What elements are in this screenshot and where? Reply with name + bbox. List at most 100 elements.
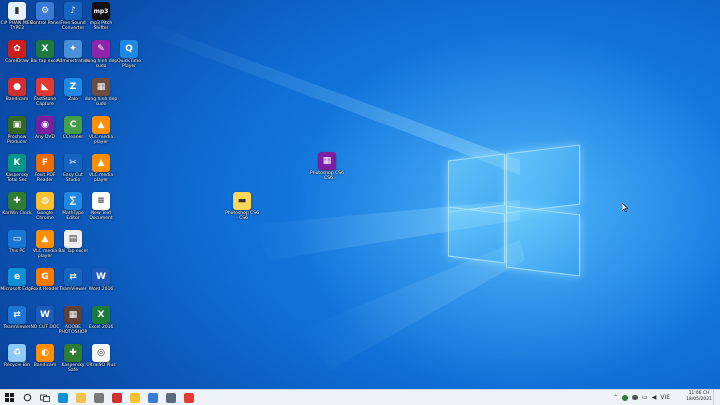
desktop-shortcut-label: dung hinh dep sudo <box>84 97 118 107</box>
desktop-shortcut-label: New Text Document <box>89 211 113 221</box>
word-doc-icon: W <box>36 306 54 324</box>
kaspersky-safe-icon: ✚ <box>64 344 82 362</box>
desktop-shortcut-label: Word 2016 <box>88 287 114 292</box>
proshow-icon: ▣ <box>8 116 26 134</box>
taskbar-app-button[interactable] <box>144 390 162 405</box>
design-tool-icon: ✎ <box>92 40 110 58</box>
text-doc-icon: ≡ <box>92 192 110 210</box>
task-view-icon <box>40 394 50 402</box>
desktop-shortcut-label: VLC media player <box>88 135 114 145</box>
desktop-shortcut-label: Excel 2016 <box>88 325 114 330</box>
this-pc-icon: ▭ <box>8 230 26 248</box>
karwin-icon: ✚ <box>8 192 26 210</box>
desktop-shortcut[interactable]: ▦ dung hinh dep sudo <box>84 78 118 107</box>
ultraiso-icon: ◎ <box>92 344 110 362</box>
desktop-shortcut-label: Photoshop CS6 - CS6 <box>310 171 344 181</box>
desktop-shortcut[interactable]: ▲ VLC media player <box>84 154 118 183</box>
clock[interactable]: 11:06 CH 18/05/2021 <box>686 391 712 403</box>
desktop-shortcut[interactable]: W Word 2016 <box>84 268 118 292</box>
taskbar-app-button[interactable] <box>180 390 198 405</box>
kaspersky-icon: K <box>8 154 26 172</box>
bandicam-2-icon: ◐ <box>36 344 54 362</box>
language-indicator[interactable]: VIE <box>660 394 670 401</box>
chrome-icon: ◍ <box>36 192 54 210</box>
foxit-icon: F <box>36 154 54 172</box>
taskbar-chrome-2-icon <box>184 392 194 403</box>
faststone-icon: ◣ <box>36 78 54 96</box>
vlc-icon-2: ▲ <box>92 154 110 172</box>
icon-1: ▮ <box>8 2 26 20</box>
desktop-shortcut[interactable]: ▦ Photoshop CS6 - CS6 <box>310 152 344 181</box>
folder-icon: ▬ <box>233 192 251 210</box>
photoshop-folder-icon: ▦ <box>64 306 82 324</box>
bandicam-icon: ● <box>8 78 26 96</box>
taskbar-app-button[interactable] <box>126 390 144 405</box>
desktop-shortcut-label: Bai Tap excel <box>58 249 88 254</box>
taskbar-app-button[interactable] <box>72 390 90 405</box>
desktop-shortcut[interactable]: ▲ VLC media player <box>84 116 118 145</box>
mp3-pitch-shifter-icon: mp3 <box>92 2 110 20</box>
ccleaner-icon: C <box>64 116 82 134</box>
coreldraw-icon: ✿ <box>8 40 26 58</box>
antivirus-tray-icon[interactable] <box>622 394 629 401</box>
taskbar-folder-icon <box>148 392 158 403</box>
taskbar-explorer-icon <box>76 392 86 403</box>
teamviewer-icon: ⇄ <box>64 268 82 286</box>
desktop-shortcut-label: Photoshop CS6 - CS6 <box>225 211 259 221</box>
show-desktop-button[interactable] <box>713 390 720 405</box>
search-icon <box>23 393 31 402</box>
system-tray: ⌃ ▭ ◀ VIE <box>613 390 670 405</box>
desktop-shortcut[interactable]: ◎ UltraISO Plus <box>84 344 118 368</box>
photo-app-icon: ▦ <box>92 78 110 96</box>
desktop-shortcut[interactable]: Q QuickTime Player <box>112 40 146 69</box>
desktop-shortcut[interactable]: X Excel 2016 <box>84 306 118 330</box>
admin-tools-icon: ✦ <box>64 40 82 58</box>
show-hidden-icons-chevron-up-icon[interactable]: ⌃ <box>613 394 618 401</box>
taskbar-window-icon <box>166 392 176 403</box>
sound-converter-icon: ♪ <box>64 2 82 20</box>
foxit-reader-icon: G <box>36 268 54 286</box>
task-view-button[interactable] <box>36 390 54 405</box>
dvd-icon: ◉ <box>36 116 54 134</box>
desktop-shortcut[interactable]: ≡ New Text Document <box>84 192 118 221</box>
clock-date: 18/05/2021 <box>686 397 712 402</box>
search-button[interactable] <box>18 390 36 405</box>
desktop-shortcut[interactable]: ▤ Bai Tap excel <box>56 230 90 254</box>
control-panel-icon: ⚙ <box>36 2 54 20</box>
desktop-shortcut[interactable]: ▬ Photoshop CS6 - CS6 <box>225 192 259 221</box>
cut-studio-icon: ✂ <box>64 154 82 172</box>
windows-start-icon <box>4 393 14 402</box>
quicktime-icon: Q <box>120 40 138 58</box>
taskbar-store-icon <box>94 392 104 403</box>
zalo-icon: Z <box>64 78 82 96</box>
desktop[interactable]: ▮ C# PHAN MEM TYPE3 ⚙ Control Panel ♪ Free So… <box>0 0 720 389</box>
taskbar-app-button[interactable] <box>90 390 108 405</box>
excel-file-icon: X <box>36 40 54 58</box>
volume-icon[interactable]: ◀ <box>652 394 657 401</box>
mathtype-icon: ∑ <box>64 192 82 210</box>
onedrive-tray-icon[interactable] <box>632 395 639 400</box>
excel-icon: X <box>92 306 110 324</box>
winrar-archive-icon: ▦ <box>318 152 336 170</box>
desktop-shortcut-label: mp3 Pitch Shifter <box>89 21 113 31</box>
recycle-bin-icon: ♻ <box>8 344 26 362</box>
taskbar-app-button[interactable] <box>54 390 72 405</box>
desktop-shortcut-label: QuickTime Player <box>117 59 141 69</box>
sheet-icon: ▤ <box>64 230 82 248</box>
mouse-cursor-icon <box>622 203 628 212</box>
desktop-shortcut-label: VLC media player <box>88 173 114 183</box>
taskbar-chrome-icon <box>130 392 140 403</box>
network-icon[interactable]: ▭ <box>642 394 648 401</box>
taskbar-app-button[interactable] <box>162 390 180 405</box>
desktop-shortcut-label: UltraISO Plus <box>86 363 116 368</box>
vlc-icon: ▲ <box>92 116 110 134</box>
vlc-icon-3: ▲ <box>36 230 54 248</box>
desktop-shortcut[interactable]: mp3 mp3 Pitch Shifter <box>84 2 118 31</box>
edge-icon: e <box>8 268 26 286</box>
taskbar-bandicam-icon <box>112 392 122 403</box>
start-button[interactable] <box>0 390 18 405</box>
word-icon: W <box>92 268 110 286</box>
teamviewer-icon-2: ⇄ <box>8 306 26 324</box>
taskbar-app-button[interactable] <box>108 390 126 405</box>
taskbar-edge-icon <box>58 392 68 403</box>
